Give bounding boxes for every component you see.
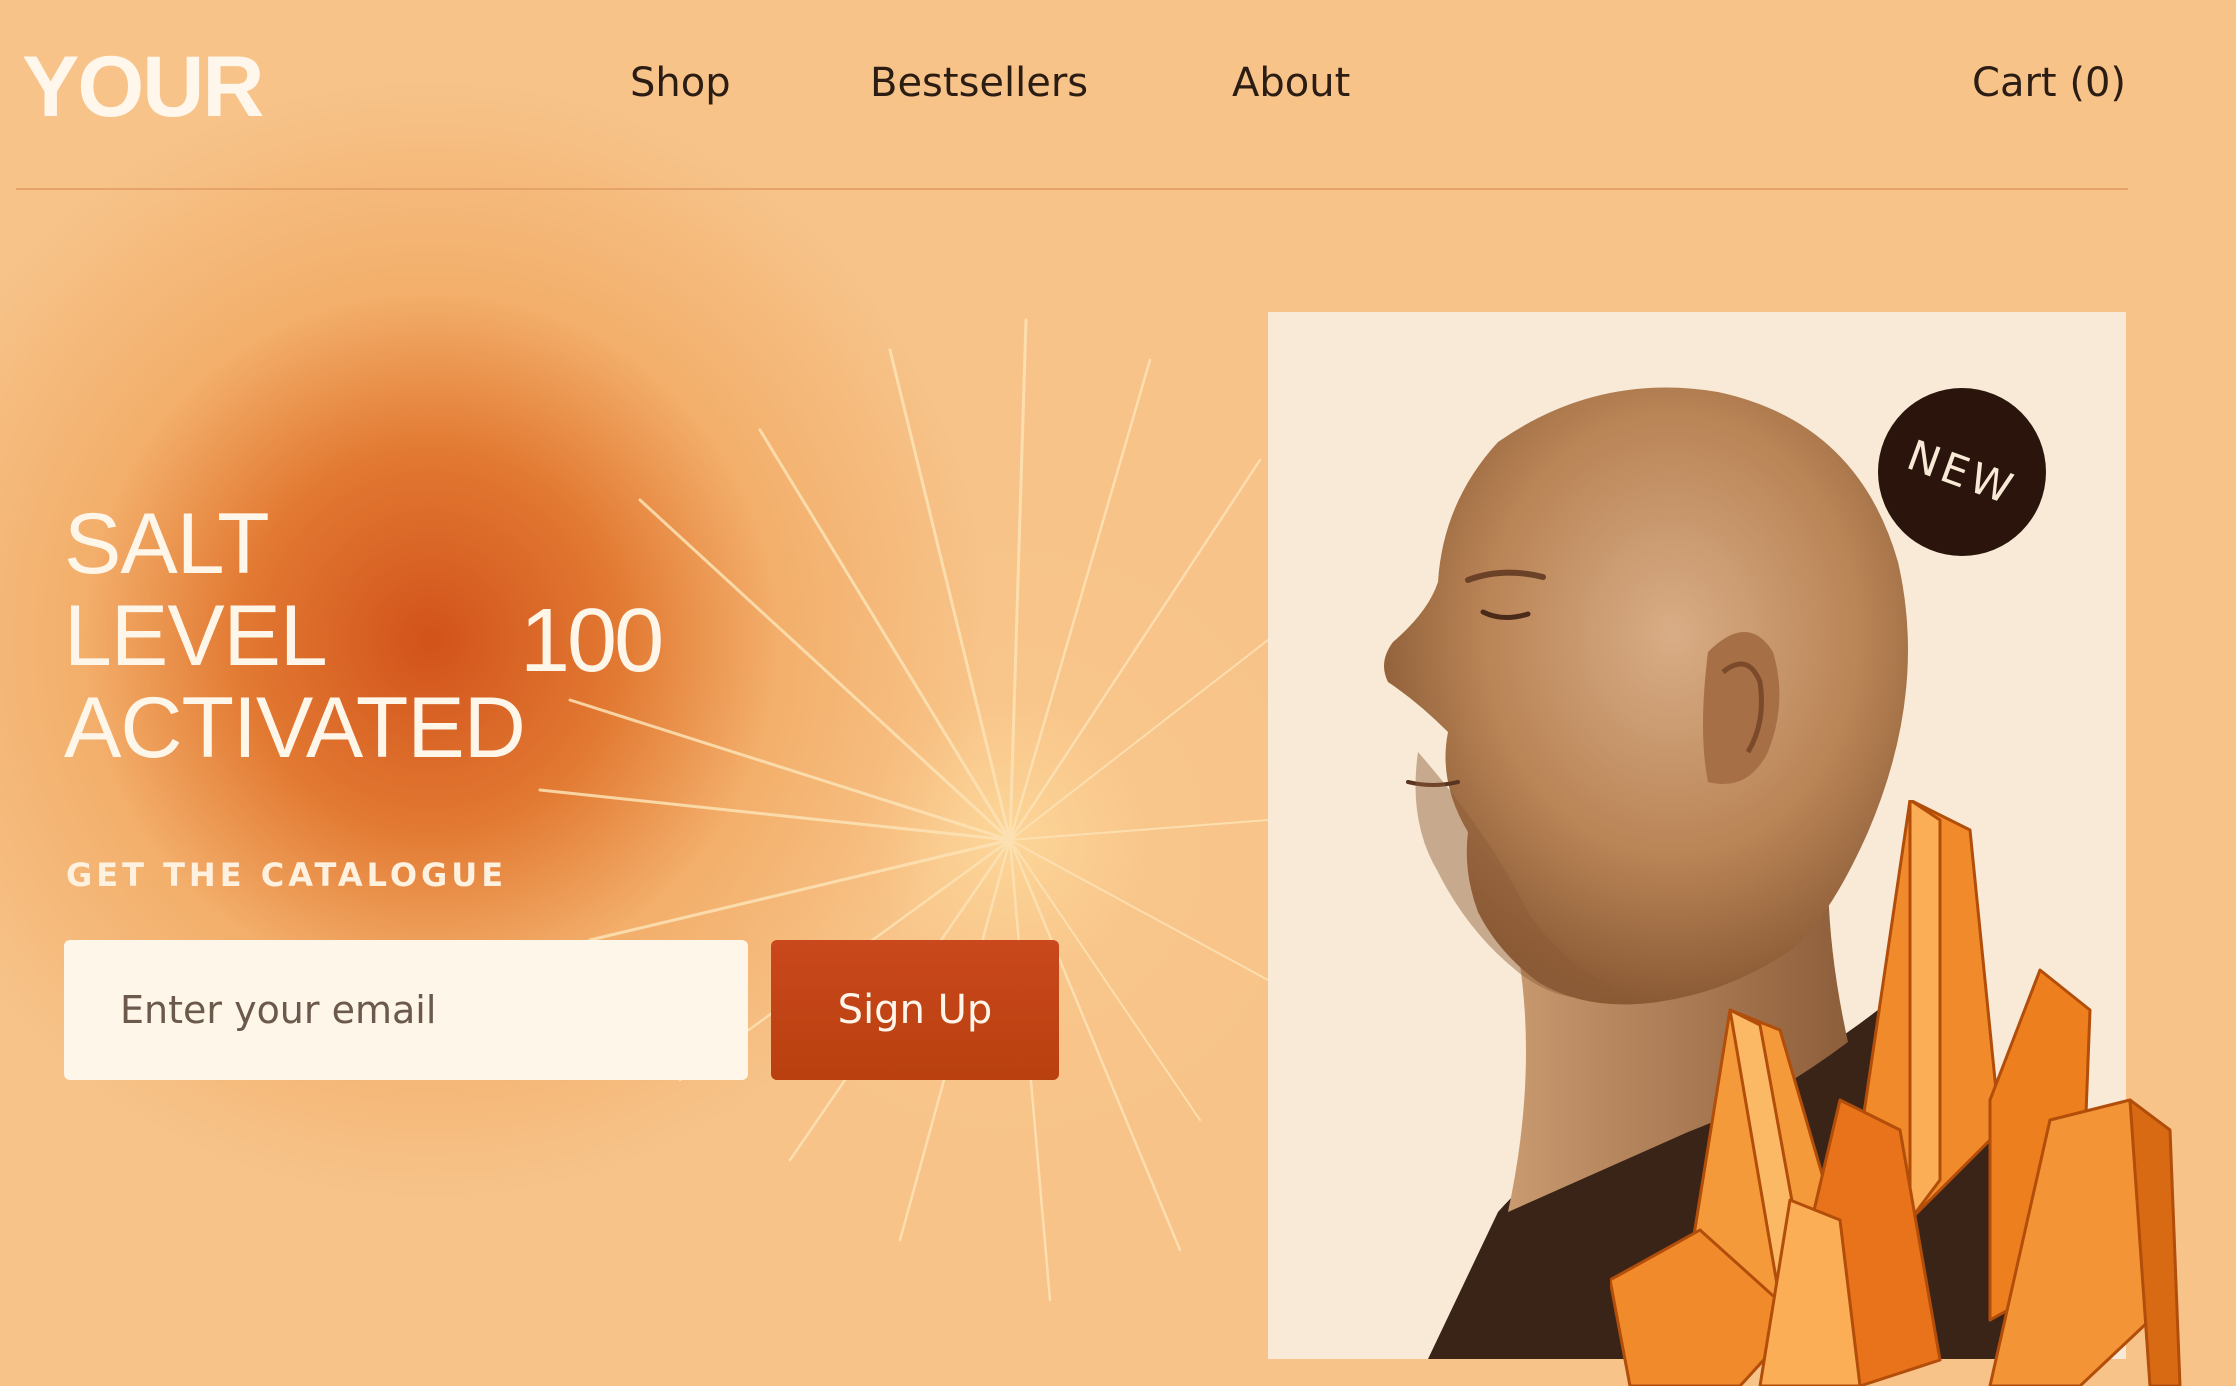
header-divider	[16, 188, 2128, 190]
cart-link[interactable]: Cart (0)	[1972, 60, 2126, 106]
catalogue-label: GET THE CATALOGUE	[66, 856, 508, 894]
salt-level-number: 100	[520, 591, 664, 691]
hero-headline: SALT LEVEL ACTIVATED	[64, 496, 526, 776]
headline-line-2: LEVEL	[64, 588, 328, 684]
sign-up-button[interactable]: Sign Up	[771, 940, 1059, 1080]
headline-line-1: SALT	[64, 496, 270, 592]
headline-line-3: ACTIVATED	[64, 680, 526, 776]
new-badge-label: NEW	[1901, 429, 2023, 515]
landing-page: YOUR Shop Bestsellers About Cart (0) SAL…	[0, 0, 2236, 1386]
nav-link-about[interactable]: About	[1232, 60, 1350, 106]
email-input[interactable]	[64, 940, 748, 1080]
new-badge: NEW	[1878, 388, 2046, 556]
nav-link-bestsellers[interactable]: Bestsellers	[870, 60, 1088, 106]
main-nav: Shop Bestsellers About Cart (0)	[0, 60, 2236, 120]
orange-crystal-cluster-icon	[1610, 800, 2182, 1386]
nav-link-shop[interactable]: Shop	[630, 60, 731, 106]
